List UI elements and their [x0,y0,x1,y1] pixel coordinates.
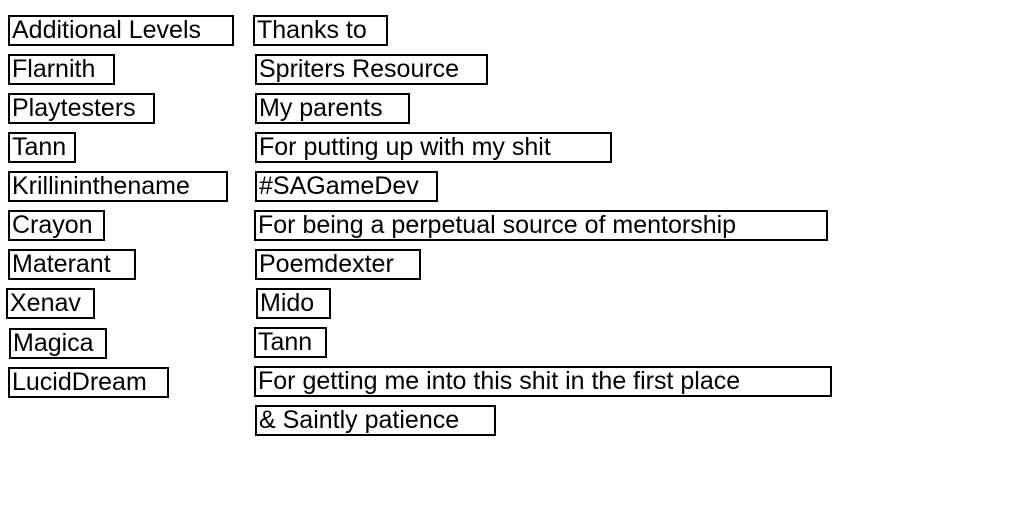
credit-reason-saintly-patience: & Saintly patience [255,405,496,436]
credit-reason-parents: For putting up with my shit [255,132,612,163]
credit-name-flarnith: Flarnith [8,54,115,85]
credit-name-xenav: Xenav [6,288,95,319]
credit-name-materant: Materant [8,249,136,280]
heading-playtesters: Playtesters [8,93,155,124]
credit-name-magica: Magica [9,328,107,359]
credit-name-crayon: Crayon [8,210,105,241]
credit-name-krillininthename: Krillininthename [8,171,228,202]
credit-name-tann: Tann [8,132,76,163]
credit-name-poemdexter: Poemdexter [255,249,421,280]
credit-name-spriters-resource: Spriters Resource [255,54,488,85]
credit-name-luciddream: LucidDream [8,367,169,398]
credit-reason-tann: For getting me into this shit in the fir… [254,366,832,397]
credit-name-tann-thanks: Tann [254,327,327,358]
heading-additional-levels: Additional Levels [8,15,234,46]
credit-name-my-parents: My parents [255,93,410,124]
credit-reason-sagamedev: For being a perpetual source of mentorsh… [254,210,828,241]
credit-name-mido: Mido [256,288,331,319]
heading-thanks-to: Thanks to [253,15,388,46]
credit-name-sagamedev: #SAGameDev [255,171,438,202]
